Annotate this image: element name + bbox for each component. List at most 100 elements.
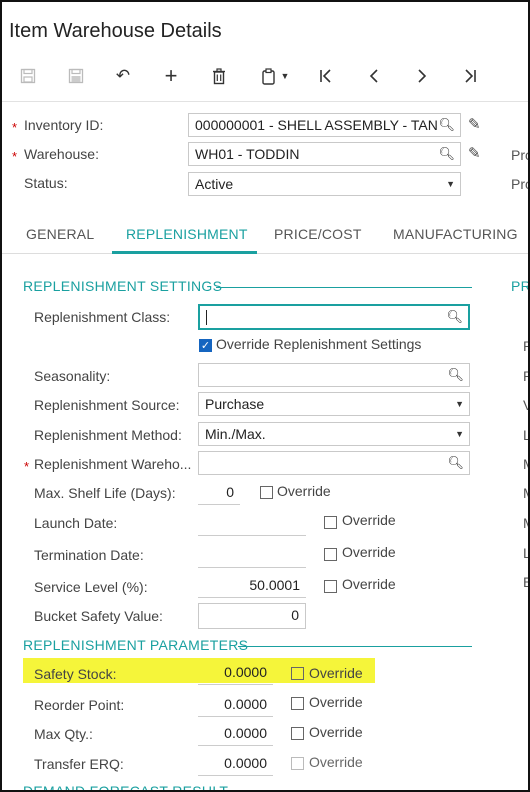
replenishment-method-value: Min./Max. xyxy=(205,426,266,442)
required-marker: * xyxy=(12,149,18,164)
override-reorder-point-checkbox[interactable] xyxy=(291,697,304,710)
replenishment-method-select[interactable]: Min./Max. ▼ xyxy=(198,422,470,446)
max-shelf-life-label: Max. Shelf Life (Days): xyxy=(34,485,176,501)
previous-record-icon[interactable] xyxy=(360,64,388,88)
safety-stock-field[interactable]: 0.0000 xyxy=(198,661,273,685)
service-level-label: Service Level (%): xyxy=(34,579,148,595)
inventory-id-field[interactable]: 000000001 - SHELL ASSEMBLY - TAN 🔍︎ xyxy=(188,113,461,137)
search-icon[interactable]: 🔍︎ xyxy=(447,367,464,383)
search-icon[interactable]: 🔍︎ xyxy=(438,146,455,162)
warehouse-field[interactable]: WH01 - TODDIN 🔍︎ xyxy=(188,142,461,166)
required-marker: * xyxy=(24,459,30,474)
save-icon[interactable] xyxy=(14,64,42,88)
search-icon[interactable]: 🔍︎ xyxy=(438,117,455,133)
override-label: Override xyxy=(342,576,396,592)
section-heading: REPLENISHMENT SETTINGS xyxy=(23,278,223,294)
reorder-point-label: Reorder Point: xyxy=(34,697,125,713)
status-select[interactable]: Active ▼ xyxy=(188,172,461,196)
inventory-id-value: 000000001 - SHELL ASSEMBLY - TAN xyxy=(195,117,438,133)
override-label: Override xyxy=(309,754,363,770)
warehouse-value: WH01 - TODDIN xyxy=(195,146,300,162)
override-label: Override xyxy=(309,694,363,710)
right-column-label: Pro xyxy=(511,176,528,192)
tab-divider xyxy=(2,253,528,254)
replenishment-method-label: Replenishment Method: xyxy=(34,427,182,443)
active-tab-underline xyxy=(112,251,257,254)
dropdown-arrow-icon: ▼ xyxy=(455,399,464,409)
first-record-icon[interactable] xyxy=(312,64,340,88)
override-max-qty-checkbox[interactable] xyxy=(291,727,304,740)
override-shelf-life-checkbox[interactable] xyxy=(260,486,273,499)
tab-price-cost[interactable]: PRICE/COST xyxy=(274,226,362,242)
bucket-safety-value-field[interactable]: 0 xyxy=(198,603,306,629)
edit-icon[interactable]: ✎ xyxy=(468,144,481,162)
launch-date-field[interactable] xyxy=(198,512,306,536)
right-column-label: Pro xyxy=(511,147,528,163)
right-column-label: L xyxy=(523,545,528,561)
max-qty-field[interactable]: 0.0000 xyxy=(198,722,273,746)
transfer-erq-field[interactable]: 0.0000 xyxy=(198,752,273,776)
dropdown-arrow-icon: ▼ xyxy=(446,179,455,189)
termination-date-label: Termination Date: xyxy=(34,547,144,563)
search-icon[interactable]: 🔍︎ xyxy=(447,455,464,471)
text-cursor xyxy=(206,310,207,325)
replenishment-source-label: Replenishment Source: xyxy=(34,397,180,413)
section-heading: DEMAND FORECAST RESULT xyxy=(23,783,229,792)
search-icon[interactable]: 🔍︎ xyxy=(446,309,463,325)
replenishment-source-value: Purchase xyxy=(205,396,265,412)
override-label: Override xyxy=(342,512,396,528)
bucket-safety-value-label: Bucket Safety Value: xyxy=(34,608,163,624)
override-termination-date-checkbox[interactable] xyxy=(324,548,337,561)
override-label: Override xyxy=(309,665,363,681)
right-column-label: M xyxy=(523,485,528,501)
tab-replenishment[interactable]: REPLENISHMENT xyxy=(126,226,248,242)
next-record-icon[interactable] xyxy=(408,64,436,88)
copy-paste-icon[interactable]: ▼ xyxy=(254,64,296,88)
seasonality-label: Seasonality: xyxy=(34,368,111,384)
delete-icon[interactable] xyxy=(205,64,233,88)
safety-stock-label: Safety Stock: xyxy=(34,666,117,682)
save-close-icon[interactable] xyxy=(62,64,90,88)
section-heading: REPLENISHMENT PARAMETERS xyxy=(23,637,249,653)
max-qty-label: Max Qty.: xyxy=(34,726,93,742)
replenishment-warehouse-field[interactable]: 🔍︎ xyxy=(198,451,470,475)
status-label: Status: xyxy=(24,175,68,191)
override-safety-stock-checkbox[interactable] xyxy=(291,667,304,680)
reorder-point-field[interactable]: 0.0000 xyxy=(198,693,273,717)
right-column-label: M xyxy=(523,515,528,531)
add-icon[interactable]: + xyxy=(157,63,185,88)
tab-general[interactable]: GENERAL xyxy=(26,226,94,242)
override-settings-checkbox[interactable]: ✓ xyxy=(199,339,212,352)
replenishment-class-label: Replenishment Class: xyxy=(34,309,171,325)
page-title: Item Warehouse Details xyxy=(9,20,222,42)
termination-date-field[interactable] xyxy=(198,544,306,568)
right-column-label: E xyxy=(523,574,528,590)
edit-icon[interactable]: ✎ xyxy=(468,115,481,133)
service-level-field[interactable]: 50.0001 xyxy=(198,574,306,598)
inventory-id-label: Inventory ID: xyxy=(24,117,104,133)
dropdown-arrow-icon: ▼ xyxy=(455,429,464,439)
override-label: Override xyxy=(277,483,331,499)
override-service-level-checkbox[interactable] xyxy=(324,580,337,593)
override-label: Override xyxy=(342,544,396,560)
transfer-erq-label: Transfer ERQ: xyxy=(34,756,124,772)
right-column-label: M xyxy=(523,456,528,472)
tab-manufacturing[interactable]: MANUFACTURING xyxy=(393,226,518,242)
undo-icon[interactable]: ↶ xyxy=(109,64,137,88)
warehouse-label: Warehouse: xyxy=(24,146,99,162)
max-shelf-life-field[interactable]: 0 xyxy=(198,481,240,505)
status-value: Active xyxy=(195,176,234,192)
chevron-down-icon: ▼ xyxy=(280,71,290,81)
last-record-icon[interactable] xyxy=(456,64,484,88)
right-column-label: P xyxy=(523,338,528,354)
override-transfer-erq-checkbox[interactable] xyxy=(291,757,304,770)
override-settings-label: Override Replenishment Settings xyxy=(216,336,422,352)
replenishment-class-field[interactable]: 🔍︎ xyxy=(198,304,470,330)
override-launch-date-checkbox[interactable] xyxy=(324,516,337,529)
divider xyxy=(2,101,528,102)
right-column-label: P xyxy=(523,368,528,384)
right-section-heading: PR xyxy=(511,278,530,294)
replenishment-warehouse-label: Replenishment Wareho... xyxy=(34,456,192,472)
replenishment-source-select[interactable]: Purchase ▼ xyxy=(198,392,470,416)
seasonality-field[interactable]: 🔍︎ xyxy=(198,363,470,387)
